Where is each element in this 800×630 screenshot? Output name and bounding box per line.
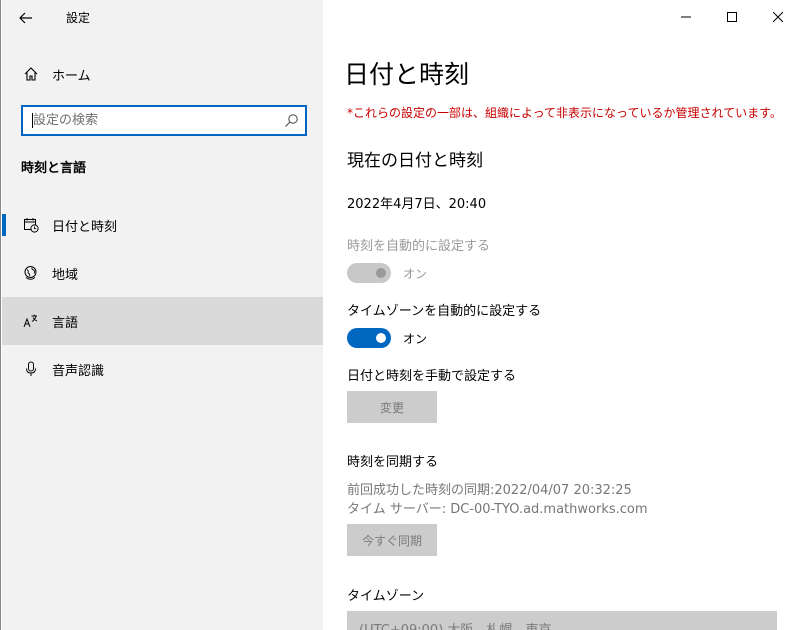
back-button[interactable] [10, 4, 42, 32]
calendar-clock-icon [22, 216, 40, 234]
sidebar: 設定 ホーム 時刻と言語 [2, 0, 323, 630]
current-datetime-value: 2022年4月7日、20:40 [347, 197, 487, 212]
microphone-icon [22, 360, 40, 378]
language-icon [22, 312, 40, 330]
sidebar-item-label: ホーム [52, 68, 91, 84]
home-icon [22, 65, 40, 83]
auto-time-state: オン [403, 267, 428, 281]
sidebar-item-home[interactable]: ホーム [2, 56, 323, 92]
page-title: 日付と時刻 [344, 60, 470, 89]
sync-heading: 時刻を同期する [347, 455, 439, 470]
timezone-dropdown[interactable]: (UTC+09:00) 大阪、札幌、東京 [347, 611, 777, 630]
auto-timezone-toggle[interactable] [347, 328, 391, 348]
change-button[interactable]: 変更 [347, 391, 437, 423]
back-arrow-icon [19, 12, 32, 24]
toggle-knob [376, 268, 386, 278]
globe-icon [22, 264, 40, 282]
app-title: 設定 [66, 11, 91, 25]
manual-set-label: 日付と時刻を手動で設定する [347, 369, 517, 384]
section-title: 時刻と言語 [21, 161, 87, 176]
sidebar-item-label: 日付と時刻 [52, 219, 118, 235]
close-button[interactable] [755, 0, 800, 34]
minimize-icon [681, 16, 691, 18]
sidebar-item-label: 地域 [52, 267, 79, 283]
sidebar-item-date-time[interactable]: 日付と時刻 [2, 201, 323, 249]
sidebar-item-region[interactable]: 地域 [2, 249, 323, 297]
search-box[interactable] [21, 105, 307, 136]
sync-now-button[interactable]: 今すぐ同期 [347, 524, 437, 556]
auto-time-label: 時刻を自動的に設定する [347, 239, 491, 254]
sidebar-item-label: 音声認識 [52, 363, 105, 379]
close-icon [773, 12, 783, 22]
sidebar-item-label: 言語 [52, 315, 79, 331]
title-bar-left: 設定 [2, 0, 323, 36]
settings-window: 設定 ホーム 時刻と言語 [0, 0, 800, 630]
auto-time-toggle[interactable] [347, 263, 391, 283]
last-sync-text: 前回成功した時刻の同期:2022/04/07 20:32:25 [347, 483, 632, 498]
sidebar-item-speech[interactable]: 音声認識 [2, 345, 323, 393]
timezone-value: (UTC+09:00) 大阪、札幌、東京 [359, 619, 551, 630]
search-icon[interactable] [284, 113, 299, 128]
toggle-knob [376, 333, 386, 343]
current-datetime-heading: 現在の日付と時刻 [347, 151, 483, 171]
timezone-label: タイムゾーン [347, 589, 425, 604]
auto-timezone-state: オン [403, 332, 428, 346]
search-input[interactable] [33, 110, 273, 131]
time-server-text: タイム サーバー: DC-00-TYO.ad.mathworks.com [347, 502, 648, 517]
sidebar-item-language[interactable]: 言語 [2, 297, 323, 345]
minimize-button[interactable] [663, 0, 709, 34]
policy-warning: *これらの設定の一部は、組織によって非表示になっているか管理されています。 [347, 106, 782, 120]
auto-timezone-label: タイムゾーンを自動的に設定する [347, 304, 542, 319]
maximize-button[interactable] [709, 0, 755, 34]
maximize-icon [727, 12, 737, 22]
main-content: 日付と時刻 *これらの設定の一部は、組織によって非表示になっているか管理されてい… [323, 0, 800, 630]
